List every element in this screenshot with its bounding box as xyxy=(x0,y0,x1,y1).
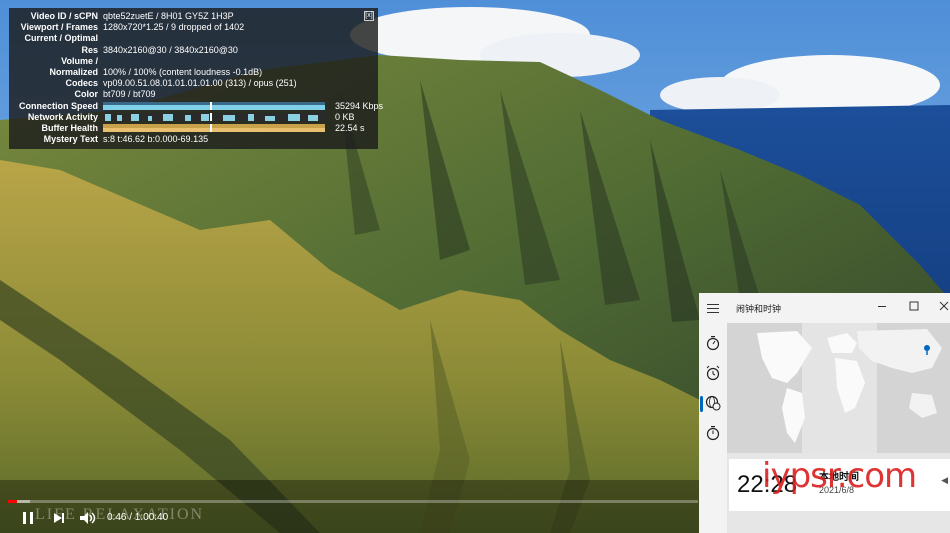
buffer-health-value: 22.54 s xyxy=(335,122,365,133)
stats-row-mystery-text: Mystery Text s:8 t:46.62 b:0.000-69.135 xyxy=(9,134,378,145)
volume-icon xyxy=(80,512,96,524)
stats-value: qbte52zuetE / 8H01 GY5Z 1H3P xyxy=(103,11,234,21)
connection-speed-sparkline xyxy=(103,101,325,110)
stats-row-color: Color bt709 / bt709 xyxy=(9,89,378,100)
stats-row-connection-speed: Connection Speed 35294 Kbps xyxy=(9,100,383,112)
volume-button[interactable] xyxy=(77,508,99,528)
buffer-health-sparkline xyxy=(103,123,325,132)
nav-active-indicator xyxy=(700,396,703,412)
clock-nav-rail xyxy=(699,293,727,533)
stats-row-buffer-health: Buffer Health 22.54 s xyxy=(9,123,378,134)
stats-key: Buffer Health xyxy=(41,122,98,133)
progress-bar[interactable] xyxy=(8,500,698,503)
stats-key: Video ID / sCPN xyxy=(30,11,98,21)
stats-key: Normalized xyxy=(49,66,98,77)
stats-row-volume: Volume / xyxy=(9,56,378,67)
stats-key: Connection Speed xyxy=(18,100,98,111)
close-button[interactable] xyxy=(935,297,950,315)
minimize-button[interactable] xyxy=(873,297,891,315)
world-clock-icon xyxy=(705,395,721,411)
network-activity-sparkline xyxy=(103,112,325,121)
stats-key: Color xyxy=(74,89,99,100)
stats-value: s:8 t:46.62 b:0.000-69.135 xyxy=(103,134,209,145)
stats-row-video-id: Video ID / sCPN qbte52zuetE / 8H01 GY5Z … xyxy=(9,11,378,22)
pause-icon xyxy=(23,512,33,524)
stats-key: Codecs xyxy=(65,78,98,89)
stats-value: bt709 / bt709 xyxy=(103,89,156,100)
stats-key: Network Activity xyxy=(27,111,98,122)
stats-row-network-activity: Network Activity 0 KB xyxy=(9,112,378,123)
world-map[interactable] xyxy=(727,323,950,453)
menu-icon xyxy=(707,304,719,313)
site-watermark: iypsr.com xyxy=(762,456,917,496)
stats-key: Mystery Text xyxy=(43,134,98,145)
network-activity-value: 0 KB xyxy=(335,111,355,122)
world-map-image xyxy=(727,323,950,453)
stats-value: vp09.00.51.08.01.01.01.01.00 (313) / opu… xyxy=(103,78,297,89)
maximize-icon xyxy=(909,301,919,311)
connection-speed-graph: 35294 Kbps xyxy=(103,101,383,111)
nav-world-clock[interactable] xyxy=(704,394,722,412)
progress-played xyxy=(8,500,17,503)
play-pause-button[interactable] xyxy=(17,508,39,528)
stats-key: Res xyxy=(81,44,98,55)
stats-key: Current / Optimal xyxy=(24,33,98,44)
close-icon xyxy=(939,301,949,311)
clock-app-title: 闹钟和时钟 xyxy=(736,304,782,314)
maximize-button[interactable] xyxy=(905,297,923,315)
time-display: 0:46 / 1:00:40 xyxy=(107,512,169,523)
player-controls: 0:46 / 1:00:40 xyxy=(0,494,700,533)
next-icon xyxy=(54,513,64,523)
stopwatch-icon xyxy=(706,426,720,441)
timer-icon xyxy=(706,336,720,351)
buffer-health-graph: 22.54 s xyxy=(103,123,365,133)
stats-row-current-optimal: Current / Optimal xyxy=(9,33,378,44)
nav-timer[interactable] xyxy=(704,334,722,352)
location-pin-icon xyxy=(924,345,930,351)
stats-row-codecs: Codecs vp09.00.51.08.01.01.01.01.00 (313… xyxy=(9,78,378,89)
stats-row-viewport: Viewport / Frames 1280x720*1.25 / 9 drop… xyxy=(9,22,378,33)
nav-alarm[interactable] xyxy=(704,364,722,382)
stats-value: 3840x2160@30 / 3840x2160@30 xyxy=(103,44,238,55)
minimize-icon xyxy=(878,306,886,307)
clock-app-window: 闹钟和时钟 22:28 本地时间 2021/6/8 ◀ xyxy=(699,293,950,533)
stats-value: 1280x720*1.25 / 9 dropped of 1402 xyxy=(103,22,245,33)
stats-value: 100% / 100% (content loudness -0.1dB) xyxy=(103,66,263,77)
stats-row-res: Res 3840x2160@30 / 3840x2160@30 xyxy=(9,45,378,56)
stats-for-nerds-panel: [x] Video ID / sCPN qbte52zuetE / 8H01 G… xyxy=(9,8,383,149)
hamburger-menu-button[interactable] xyxy=(704,299,722,317)
stats-row-normalized: Normalized 100% / 100% (content loudness… xyxy=(9,67,378,78)
nav-stopwatch[interactable] xyxy=(704,424,722,442)
stats-key: Viewport / Frames xyxy=(20,22,98,33)
alarm-icon xyxy=(706,365,720,381)
card-more-button[interactable]: ◀ xyxy=(941,475,948,486)
stats-key: Volume / xyxy=(61,55,98,66)
network-activity-graph: 0 KB xyxy=(103,112,355,122)
connection-speed-value: 35294 Kbps xyxy=(335,100,384,111)
next-button[interactable] xyxy=(48,508,70,528)
